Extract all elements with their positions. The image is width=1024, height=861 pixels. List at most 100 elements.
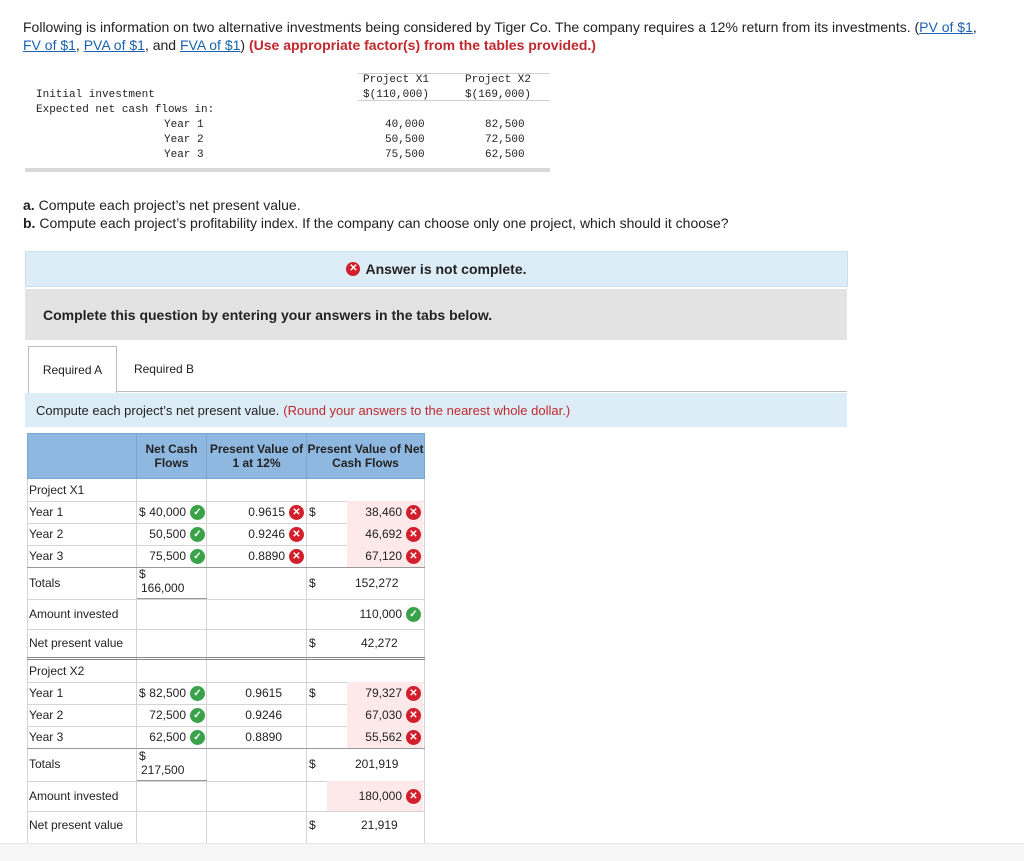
currency-sign: $ bbox=[309, 505, 316, 519]
pva-link[interactable]: PVA of $1 bbox=[84, 37, 145, 53]
table-row: Year 2 50,500 ✓ 0.9246 ✕ 46,692 ✕ bbox=[27, 523, 425, 546]
x-icon: ✕ bbox=[406, 548, 421, 564]
flow-cell[interactable]: 50,500 ✓ bbox=[147, 523, 207, 545]
tab-required-b[interactable]: Required B bbox=[120, 346, 208, 391]
year-label: Year 1 bbox=[164, 119, 204, 131]
currency-sign: $ bbox=[309, 757, 316, 771]
x-icon: ✕ bbox=[406, 526, 421, 542]
answer-status-text: Answer is not complete. bbox=[365, 261, 527, 277]
factor-hint: (Use appropriate factor(s) from the tabl… bbox=[248, 37, 596, 53]
grid-divider bbox=[136, 797, 137, 839]
x1-flow: 75,500 bbox=[385, 149, 425, 161]
check-icon: ✓ bbox=[190, 707, 205, 723]
x-icon: ✕ bbox=[406, 707, 421, 723]
amount-invested-row: Amount invested 110,000 ✓ bbox=[27, 599, 425, 630]
flow-cell[interactable]: 82,500 ✓ bbox=[147, 682, 207, 704]
check-icon: ✓ bbox=[190, 685, 205, 701]
flow-cell[interactable]: 40,000 ✓ bbox=[147, 501, 207, 523]
check-icon: ✓ bbox=[190, 526, 205, 542]
pv-cell[interactable]: 46,692 ✕ bbox=[347, 523, 423, 545]
flow-cell[interactable]: 62,500 ✓ bbox=[147, 726, 207, 748]
fva-link[interactable]: FVA of $1 bbox=[180, 37, 240, 53]
instruction-bar: Compute each project’s net present value… bbox=[25, 393, 847, 427]
flow-cell[interactable]: 72,500 ✓ bbox=[147, 704, 207, 726]
total-pv: 201,919 bbox=[355, 757, 399, 771]
intro-text: Following is information on two alternat… bbox=[23, 19, 920, 35]
totals-row: Totals $ 217,500 $ 201,919 bbox=[27, 748, 425, 782]
table-row: Year 3 75,500 ✓ 0.8890 ✕ 67,120 ✕ bbox=[27, 545, 425, 568]
npv-answer-grid: Net Cash Flows Present Value of 1 at 12%… bbox=[27, 433, 425, 843]
question-a: a. Compute each project’s net present va… bbox=[23, 197, 301, 213]
invested-cell[interactable]: 110,000 ✓ bbox=[327, 599, 423, 629]
bottom-toolbar-strip bbox=[0, 843, 1024, 861]
currency-sign: $ bbox=[309, 636, 316, 650]
rounding-hint: (Round your answers to the nearest whole… bbox=[283, 402, 571, 418]
row-label: Year 3 bbox=[29, 729, 64, 744]
x-circle-icon: ✕ bbox=[346, 262, 361, 276]
pv-link[interactable]: PV of $1 bbox=[919, 19, 973, 35]
row-label: Year 2 bbox=[29, 526, 64, 541]
check-icon: ✓ bbox=[190, 729, 205, 745]
answer-status-banner: ✕ Answer is not complete. bbox=[25, 251, 848, 287]
x-icon: ✕ bbox=[406, 685, 421, 701]
grid-divider bbox=[424, 797, 425, 839]
group-header-row: Project X1 bbox=[27, 479, 425, 502]
x2-flow: 62,500 bbox=[485, 149, 525, 161]
factor-cell[interactable]: 0.8890 bbox=[208, 726, 306, 748]
invested-label: Amount invested bbox=[29, 788, 119, 803]
invested-label: Amount invested bbox=[29, 606, 119, 621]
pv-cell[interactable]: 79,327 ✕ bbox=[347, 682, 423, 704]
invested-cell[interactable]: 180,000 ✕ bbox=[327, 781, 423, 811]
x-icon: ✕ bbox=[289, 504, 304, 520]
table-row: Year 1 $ 40,000 ✓ 0.9615 ✕ $ 38,460 ✕ bbox=[27, 501, 425, 524]
grid-divider bbox=[27, 797, 28, 839]
npv-label: Net present value bbox=[29, 635, 124, 650]
factor-cell[interactable]: 0.9615 bbox=[208, 682, 306, 704]
currency-sign: $ bbox=[309, 686, 316, 700]
factor-cell[interactable]: 0.9615 ✕ bbox=[208, 501, 306, 523]
total-flow: 217,500 bbox=[141, 763, 185, 777]
npv-label: Net present value bbox=[29, 817, 124, 832]
initial-x1: $(110,000) bbox=[363, 89, 430, 101]
row-label: Year 3 bbox=[29, 548, 64, 563]
totals-label: Totals bbox=[29, 575, 61, 590]
check-icon: ✓ bbox=[190, 504, 205, 520]
currency-sign: $ bbox=[309, 818, 316, 832]
header-pv-cash-flows: Present Value of Net Cash Flows bbox=[306, 433, 425, 479]
table-bottom-rule bbox=[25, 168, 550, 172]
flow-cell[interactable]: 75,500 ✓ bbox=[147, 545, 207, 567]
investment-data-table: Project X1 Project X2 Initial investment… bbox=[25, 73, 550, 172]
npv-row: Net present value $ 42,272 bbox=[27, 629, 425, 660]
x-icon: ✕ bbox=[289, 548, 304, 564]
x-icon: ✕ bbox=[406, 788, 421, 804]
factor-cell[interactable]: 0.9246 ✕ bbox=[208, 523, 306, 545]
table-row: Year 1 $ 82,500 ✓ 0.9615 $ 79,327 ✕ bbox=[27, 682, 425, 705]
fv-link[interactable]: FV of $1 bbox=[23, 37, 76, 53]
initial-investment-label: Initial investment bbox=[36, 89, 155, 101]
currency-sign: $ bbox=[309, 576, 316, 590]
x2-flow: 82,500 bbox=[485, 119, 525, 131]
question-list: a. Compute each project’s net present va… bbox=[23, 196, 729, 232]
initial-x2: $(169,000) bbox=[465, 89, 532, 101]
tab-required-a[interactable]: Required A bbox=[28, 346, 117, 394]
pv-cell[interactable]: 38,460 ✕ bbox=[347, 501, 423, 523]
question-b: b. Compute each project’s profitability … bbox=[23, 215, 729, 231]
project-x1-title: Project X1 bbox=[29, 482, 85, 497]
factor-cell[interactable]: 0.9246 bbox=[208, 704, 306, 726]
totals-label: Totals bbox=[29, 757, 61, 771]
problem-intro: Following is information on two alternat… bbox=[23, 19, 977, 53]
instruction-text: Compute each project’s net present value… bbox=[36, 402, 280, 418]
pv-cell[interactable]: 55,562 ✕ bbox=[347, 726, 423, 748]
complete-prompt: Complete this question by entering your … bbox=[25, 289, 847, 340]
row-label: Year 1 bbox=[29, 685, 64, 700]
npv-value: 21,919 bbox=[361, 818, 398, 832]
grid-divider bbox=[306, 797, 307, 839]
project-x2-title: Project X2 bbox=[29, 663, 85, 678]
pv-cell[interactable]: 67,120 ✕ bbox=[347, 545, 423, 567]
total-flow: 166,000 bbox=[141, 581, 185, 595]
table-row: Year 3 62,500 ✓ 0.8890 55,562 ✕ bbox=[27, 726, 425, 749]
col-header-x1: Project X1 bbox=[363, 74, 430, 86]
factor-cell[interactable]: 0.8890 ✕ bbox=[208, 545, 306, 567]
check-icon: ✓ bbox=[190, 548, 205, 564]
pv-cell[interactable]: 67,030 ✕ bbox=[347, 704, 423, 726]
